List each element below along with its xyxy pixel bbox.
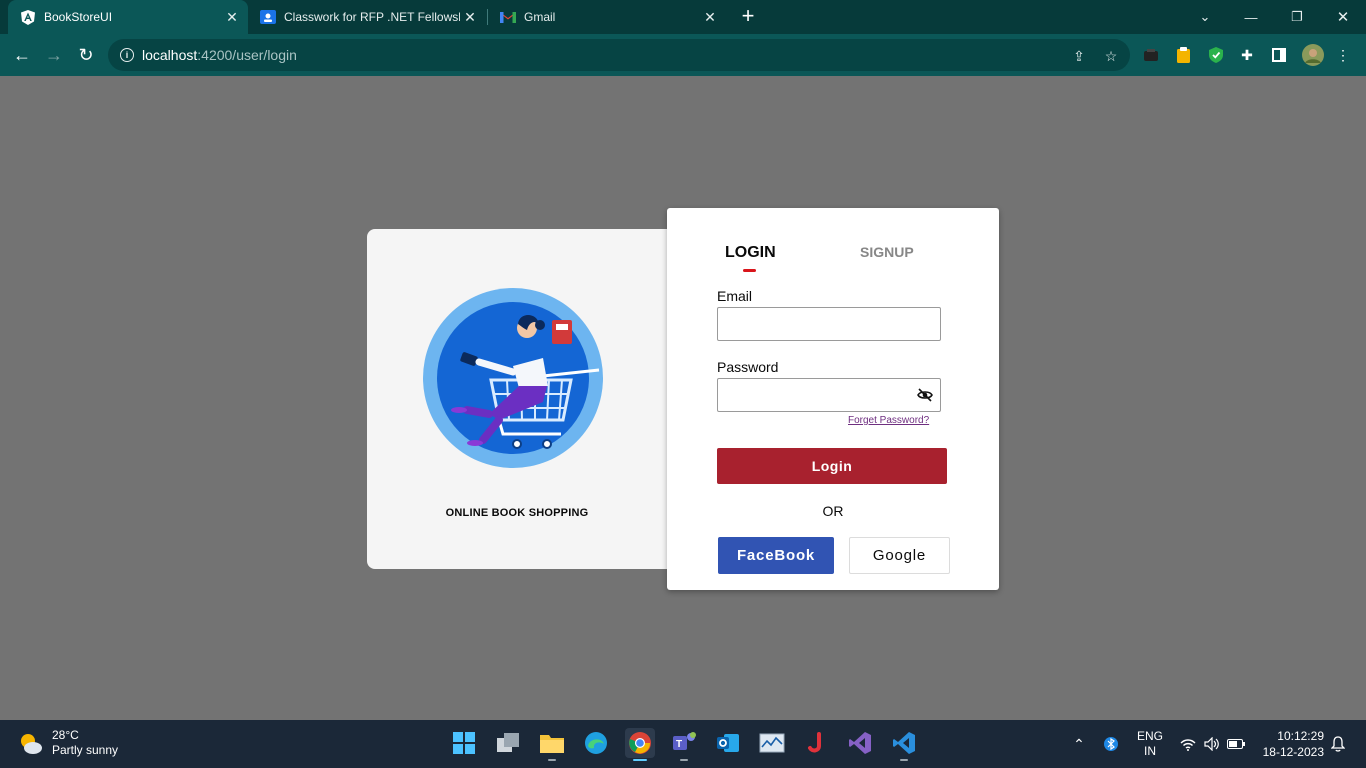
clock-date: 18-12-2023 xyxy=(1262,745,1324,759)
language-code: ENG xyxy=(1136,729,1163,743)
google-login-button[interactable]: Google xyxy=(849,537,950,574)
svg-text:T: T xyxy=(676,739,682,750)
side-panel-icon[interactable] xyxy=(1270,46,1288,64)
new-tab-button[interactable]: + xyxy=(736,4,760,30)
forgot-password-link[interactable]: Forget Password? xyxy=(848,415,929,426)
restore-button[interactable]: ❐ xyxy=(1274,0,1320,34)
tab-title: Classwork for RFP .NET Fellowsh xyxy=(284,10,460,24)
battery-icon[interactable] xyxy=(1226,720,1246,768)
start-button[interactable] xyxy=(449,728,479,758)
email-field[interactable] xyxy=(717,307,941,341)
tab-login[interactable]: LOGIN xyxy=(725,244,776,262)
tab-classwork[interactable]: Classwork for RFP .NET Fellowsh ✕ xyxy=(248,0,486,34)
gmail-icon xyxy=(500,9,516,25)
window-close-button[interactable]: ✕ xyxy=(1320,0,1366,34)
taskbar-jetbrains[interactable] xyxy=(801,728,831,758)
weather-temp: 28°C xyxy=(52,728,79,742)
taskbar-vscode[interactable] xyxy=(889,728,919,761)
task-view-icon xyxy=(497,733,519,752)
clock-time: 10:12:29 xyxy=(1277,729,1324,743)
show-hidden-icons-chevron-icon[interactable]: ⌃ xyxy=(1068,720,1090,768)
promo-card: ONLINE BOOK SHOPPING xyxy=(367,229,669,569)
task-view-button[interactable] xyxy=(493,728,523,758)
notification-bell-icon[interactable] xyxy=(1328,720,1348,768)
menu-kebab-icon[interactable]: ⋮ xyxy=(1334,46,1352,64)
j-app-icon xyxy=(808,732,821,753)
system-clock[interactable]: 10:12:29 18-12-2023 xyxy=(1258,728,1324,760)
taskbar-file-explorer[interactable] xyxy=(537,728,567,761)
email-label: Email xyxy=(717,288,753,304)
taskbar-teams[interactable]: T xyxy=(669,728,699,761)
url-text: localhost:4200/user/login xyxy=(142,47,297,63)
eye-slash-icon[interactable] xyxy=(917,388,933,402)
close-icon[interactable]: ✕ xyxy=(700,9,720,26)
vscode-icon xyxy=(893,732,915,754)
minimize-button[interactable]: — xyxy=(1228,0,1274,34)
bluetooth-icon[interactable] xyxy=(1100,720,1122,768)
outlook-icon xyxy=(717,734,739,752)
weather-desc: Partly sunny xyxy=(52,743,119,757)
taskbar-chrome[interactable] xyxy=(625,728,655,761)
taskbar-outlook[interactable] xyxy=(713,728,743,758)
browser-tabstrip: BookStoreUI ✕ Classwork for RFP .NET Fel… xyxy=(0,0,1366,34)
taskbar-edge[interactable] xyxy=(581,728,611,758)
password-field[interactable] xyxy=(717,378,941,412)
taskbar-perfmon[interactable] xyxy=(757,728,787,758)
monitor-chart-icon xyxy=(759,733,785,753)
visual-studio-icon xyxy=(849,732,871,754)
volume-icon[interactable] xyxy=(1202,720,1222,768)
login-card: LOGIN SIGNUP Email Password Forget Passw… xyxy=(667,208,999,590)
partly-sunny-icon xyxy=(21,734,42,754)
or-divider-text: OR xyxy=(822,503,844,519)
tab-gmail[interactable]: Gmail ✕ xyxy=(488,0,726,34)
region-code: IN xyxy=(1144,744,1156,758)
back-button[interactable]: ← xyxy=(10,43,34,67)
weather-widget[interactable]: 28°C Partly sunny xyxy=(16,728,118,758)
classroom-icon xyxy=(260,9,276,25)
tab-signup[interactable]: SIGNUP xyxy=(860,244,914,260)
tab-active-indicator xyxy=(743,269,756,272)
folder-icon xyxy=(540,735,564,753)
extensions-puzzle-icon[interactable]: ✚ xyxy=(1238,46,1256,64)
close-icon[interactable]: ✕ xyxy=(460,9,480,26)
wifi-icon[interactable] xyxy=(1178,720,1198,768)
running-indicator xyxy=(900,759,908,761)
windows-taskbar: 28°C Partly sunny T ⌃ ENG IN 10:12:29 18… xyxy=(0,720,1366,768)
shopping-cart-illustration xyxy=(423,288,603,468)
reload-button[interactable]: ↻ xyxy=(74,43,98,67)
bookmark-star-icon[interactable]: ☆ xyxy=(1102,47,1120,65)
share-icon[interactable]: ⇪ xyxy=(1070,47,1088,65)
extension-icon[interactable] xyxy=(1142,46,1160,64)
promo-caption: ONLINE BOOK SHOPPING xyxy=(445,507,589,519)
tab-bookstoreui[interactable]: BookStoreUI ✕ xyxy=(8,0,248,34)
facebook-login-button[interactable]: FaceBook xyxy=(718,537,834,574)
url-host: localhost xyxy=(142,47,198,63)
running-indicator xyxy=(680,759,688,761)
address-bar[interactable]: i localhost:4200/user/login ⇪ ☆ xyxy=(108,39,1130,71)
running-indicator xyxy=(548,759,556,761)
teams-icon: T xyxy=(673,732,696,750)
tab-search-icon[interactable]: ⌄ xyxy=(1182,0,1228,34)
chrome-icon xyxy=(629,732,651,754)
url-path: :4200/user/login xyxy=(197,47,297,63)
tab-title: Gmail xyxy=(524,10,556,24)
forward-button[interactable]: → xyxy=(42,43,66,67)
password-label: Password xyxy=(717,359,779,375)
windows-logo-icon xyxy=(453,732,475,754)
angular-icon xyxy=(20,9,36,25)
site-info-icon[interactable]: i xyxy=(120,48,134,62)
browser-toolbar: ← → ↻ i localhost:4200/user/login ⇪ ☆ ✚ … xyxy=(0,34,1366,76)
taskbar-visual-studio[interactable] xyxy=(845,728,875,758)
language-indicator[interactable]: ENG IN xyxy=(1132,720,1168,768)
login-button[interactable]: Login xyxy=(717,448,947,484)
shield-icon[interactable] xyxy=(1207,46,1225,64)
profile-avatar[interactable] xyxy=(1302,44,1324,66)
tab-title: BookStoreUI xyxy=(44,10,113,24)
running-indicator xyxy=(633,759,647,761)
clipboard-icon[interactable] xyxy=(1174,46,1192,64)
close-icon[interactable]: ✕ xyxy=(222,9,242,26)
edge-icon xyxy=(585,732,607,754)
